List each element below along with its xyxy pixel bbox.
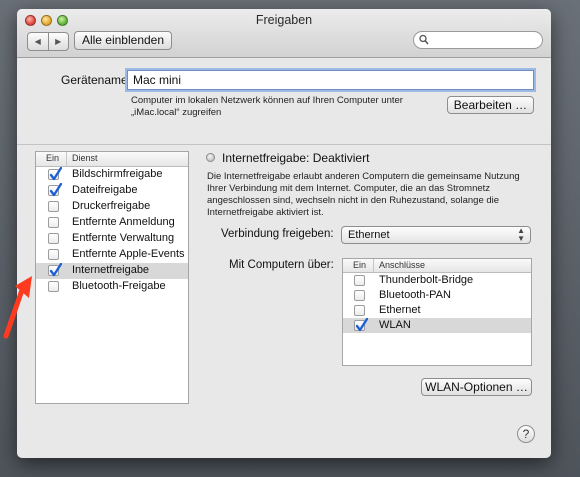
checkbox[interactable] [48,249,59,260]
sharing-status: Internetfreigabe: Deaktiviert [222,151,370,165]
checkmark-icon [49,183,62,197]
description-line3: angeschlossen sind, wechseln nicht in de… [207,195,500,206]
description-line1: Die Internetfreigabe erlaubt anderen Com… [207,171,520,182]
nav-segment: ◀ ▶ [27,32,69,51]
divider [17,144,551,145]
computer-name-info-line1: Computer im lokalen Netzwerk können auf … [131,95,403,106]
share-connection-popup[interactable]: Ethernet ▲ ▼ [341,226,531,244]
port-label: WLAN [379,319,411,331]
checkbox[interactable] [48,263,62,277]
title-bar: Freigaben ◀ ▶ Alle einblenden [17,9,551,58]
port-label: Thunderbolt-Bridge [379,274,474,286]
service-label: Dateifreigabe [72,184,138,196]
service-label: Bildschirmfreigabe [72,168,163,180]
checkmark-icon [355,318,368,332]
service-label: Bluetooth-Freigabe [72,280,166,292]
header-on: Ein [46,153,60,163]
port-row[interactable]: Ethernet [343,303,531,318]
service-row[interactable]: Bildschirmfreigabe [36,167,188,183]
back-icon[interactable]: ◀ [28,33,49,50]
share-connection-value: Ethernet [348,229,390,241]
checkbox[interactable] [48,183,62,197]
checkbox[interactable] [354,318,368,332]
checkbox[interactable] [48,281,59,292]
port-row[interactable]: Thunderbolt-Bridge [343,273,531,288]
service-row[interactable]: Entfernte Anmeldung [36,215,188,231]
service-row[interactable]: Bluetooth-Freigabe [36,279,188,295]
popup-arrows-icon: ▲ ▼ [517,226,525,243]
computers-using-label: Mit Computern über: [229,259,334,271]
service-label: Druckerfreigabe [72,200,151,212]
checkbox[interactable] [354,290,365,301]
computer-name-info-line2: „iMac.local“ zugreifen [131,107,222,118]
port-row[interactable]: WLAN [343,318,531,333]
description-line4: Internetfreigabe aktiviert ist. [207,207,324,218]
service-list-header: Ein Dienst [36,152,188,167]
checkbox[interactable] [48,167,62,181]
checkbox[interactable] [48,201,59,212]
window-title: Freigaben [255,13,313,27]
search-input[interactable] [432,33,532,47]
header-ports: Anschlüsse [379,260,426,270]
checkbox[interactable] [354,275,365,286]
port-list[interactable]: Ein Anschlüsse Thunderbolt-Bridge Bluetoo… [342,258,532,366]
service-label: Entfernte Verwaltung [72,232,175,244]
share-connection-label: Verbindung freigeben: [221,228,334,240]
computer-name-label: Gerätename: [61,73,132,87]
checkbox[interactable] [48,233,59,244]
service-row[interactable]: Entfernte Verwaltung [36,231,188,247]
checkmark-icon [49,167,62,181]
wlan-options-button[interactable]: WLAN-Optionen … [421,378,532,396]
service-list[interactable]: Ein Dienst Bildschirmfreigabe Dateifreiga… [35,151,189,404]
service-label: Internetfreigabe [72,264,150,276]
search-field[interactable] [413,31,543,49]
service-label: Entfernte Anmeldung [72,216,175,228]
checkbox[interactable] [48,217,59,228]
service-row[interactable]: Dateifreigabe [36,183,188,199]
forward-icon[interactable]: ▶ [49,33,69,50]
annotation-arrow-icon [3,276,32,339]
description-line2: Ihrer Verbindung mit dem Internet. Compu… [207,183,491,194]
header-service: Dienst [72,153,98,163]
show-all-button[interactable]: Alle einblenden [74,31,172,50]
service-label: Entfernte Apple-Events [72,248,185,260]
port-label: Ethernet [379,304,421,316]
status-indicator-icon [206,153,215,162]
help-button[interactable]: ? [517,425,535,443]
port-row[interactable]: Bluetooth-PAN [343,288,531,303]
header-on: Ein [353,260,367,270]
checkbox[interactable] [354,305,365,316]
computer-name-field[interactable] [127,70,534,90]
service-row[interactable]: Entfernte Apple-Events [36,247,188,263]
preferences-window: Freigaben ◀ ▶ Alle einblenden Gerätename… [17,9,551,458]
checkmark-icon [49,263,62,277]
edit-name-button[interactable]: Bearbeiten … [447,96,534,114]
service-row[interactable]: Druckerfreigabe [36,199,188,215]
port-list-header: Ein Anschlüsse [343,259,531,273]
search-icon [419,34,429,45]
port-label: Bluetooth-PAN [379,289,451,301]
service-row[interactable]: Internetfreigabe [36,263,188,279]
